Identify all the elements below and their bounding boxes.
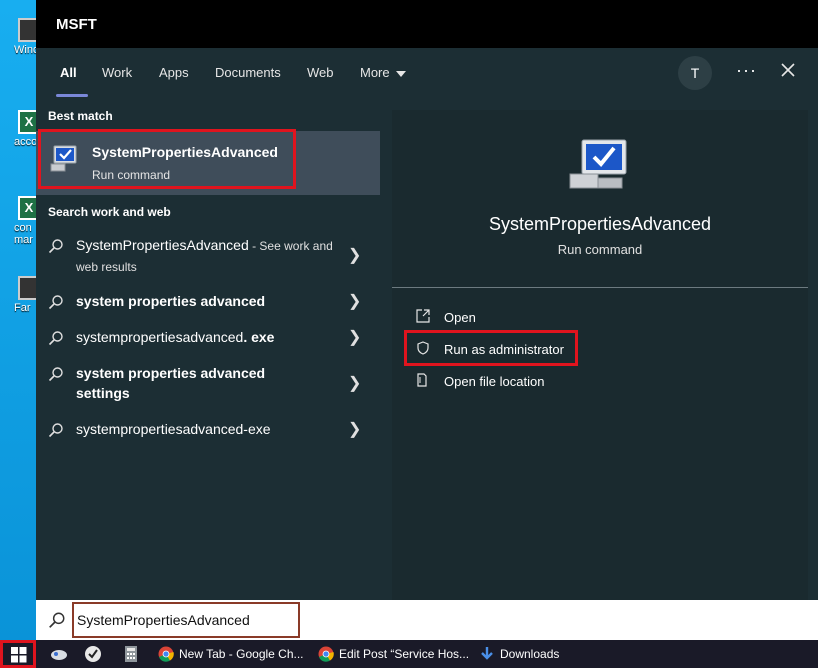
title-bar: MSFT	[36, 0, 818, 48]
chevron-right-icon: ❯	[348, 293, 362, 310]
tab-bar: All Work Apps Documents Web More T ···	[36, 48, 818, 98]
tab-work[interactable]: Work	[102, 65, 132, 80]
tab-all[interactable]: All	[60, 65, 77, 80]
windows-logo-icon	[11, 647, 27, 663]
tab-documents[interactable]: Documents	[215, 65, 281, 80]
list-item[interactable]: system properties advanced ❯	[36, 291, 380, 315]
result-text: system properties advanced	[76, 293, 266, 309]
list-item[interactable]: systempropertiesadvanced-exe ❯	[36, 419, 380, 443]
search-icon	[48, 423, 63, 438]
result-main: systempropertiesadvanced	[76, 329, 244, 345]
run-as-admin-label: Run as administrator	[444, 342, 564, 357]
taskbar-item-downloads[interactable]: Downloads	[479, 640, 569, 668]
download-icon	[481, 647, 493, 660]
list-item[interactable]: systempropertiesadvanced. exe ❯	[36, 327, 380, 351]
best-match-heading: Best match	[48, 109, 113, 123]
detail-title: SystemPropertiesAdvanced	[488, 214, 712, 234]
results-list: Best match SystemPropertiesAdvanced Run …	[36, 100, 380, 600]
highlight-box	[38, 129, 296, 189]
open-label: Open	[444, 310, 476, 325]
open-icon	[416, 309, 430, 323]
tab-more[interactable]: More	[360, 65, 406, 80]
search-panel: All Work Apps Documents Web More T ··· B…	[36, 48, 818, 600]
list-item[interactable]: SystemPropertiesAdvanced - See work and …	[36, 235, 380, 281]
chevron-down-icon	[395, 70, 406, 77]
start-button[interactable]	[0, 640, 36, 668]
tab-web[interactable]: Web	[307, 65, 334, 80]
taskbar-item-label: New Tab - Google Ch...	[179, 647, 304, 661]
search-bar	[36, 600, 818, 640]
avatar[interactable]: T	[678, 56, 712, 90]
result-text: systempropertiesadvanced. exe	[76, 327, 346, 347]
result-main: SystemPropertiesAdvanced	[76, 237, 249, 253]
list-item[interactable]: system properties advanced settings ❯	[36, 363, 380, 407]
chevron-right-icon: ❯	[348, 375, 362, 392]
app-icon[interactable]	[84, 645, 102, 663]
result-bold: . exe	[243, 329, 275, 345]
shield-icon	[417, 341, 429, 355]
folder-icon	[417, 373, 427, 387]
detail-subtitle: Run command	[557, 242, 643, 257]
search-icon	[48, 295, 63, 310]
taskbar: New Tab - Google Ch... Edit Post “Servic…	[0, 640, 818, 668]
result-text: systempropertiesadvanced-exe	[76, 421, 271, 437]
chevron-right-icon: ❯	[348, 421, 362, 438]
taskbar-item-new-tab[interactable]: New Tab - Google Ch...	[158, 640, 308, 668]
taskbar-item-label: Downloads	[500, 647, 560, 661]
open-file-location-label: Open file location	[444, 374, 545, 389]
result-text: system properties advanced settings	[76, 365, 266, 401]
taskbar-item-edit-post[interactable]: Edit Post “Service Hos...	[318, 640, 470, 668]
desktop: Wind X acco X con mar Far	[0, 0, 40, 640]
chevron-right-icon: ❯	[348, 247, 362, 264]
search-work-web-heading: Search work and web	[48, 205, 171, 219]
taskbar-item-label: Edit Post “Service Hos...	[339, 647, 470, 661]
result-text: SystemPropertiesAdvanced - See work and …	[76, 235, 346, 277]
search-icon	[49, 612, 65, 628]
divider	[392, 287, 808, 288]
more-options-icon[interactable]: ···	[736, 60, 757, 81]
search-input[interactable]	[72, 602, 300, 638]
tab-more-label: More	[360, 65, 390, 80]
detail-pane: SystemPropertiesAdvanced Run command Ope…	[392, 110, 808, 600]
system-properties-icon	[569, 139, 627, 189]
chevron-right-icon: ❯	[348, 329, 362, 346]
window-title: MSFT	[56, 16, 97, 33]
app-icon[interactable]	[50, 645, 68, 663]
calculator-icon[interactable]	[122, 645, 140, 663]
search-icon	[48, 331, 63, 346]
search-icon	[48, 367, 63, 382]
close-icon[interactable]	[778, 60, 798, 80]
chrome-icon	[158, 646, 174, 662]
tab-apps[interactable]: Apps	[159, 65, 189, 80]
active-tab-indicator	[56, 94, 88, 97]
search-icon	[48, 239, 63, 254]
chrome-icon	[318, 646, 334, 662]
